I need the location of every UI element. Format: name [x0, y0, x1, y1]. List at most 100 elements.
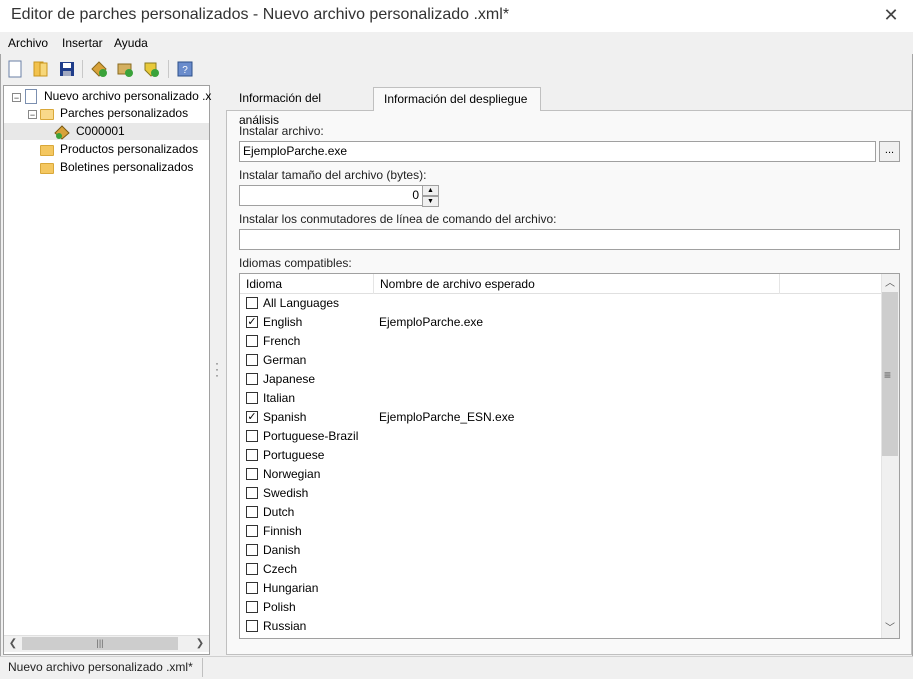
language-row[interactable]: Finnish — [240, 522, 880, 541]
menu-archivo[interactable]: Archivo — [6, 36, 50, 50]
language-name: Dutch — [263, 505, 295, 519]
tree-root[interactable]: Nuevo archivo personalizado .x — [44, 88, 211, 105]
install-file-input[interactable]: EjemploParche.exe — [239, 141, 876, 162]
language-row[interactable]: Norwegian — [240, 465, 880, 484]
status-text: Nuevo archivo personalizado .xml* — [8, 660, 193, 674]
folder-icon — [40, 163, 54, 174]
language-checkbox[interactable] — [246, 601, 258, 613]
language-checkbox[interactable] — [246, 373, 258, 385]
column-language[interactable]: Idioma — [240, 274, 374, 294]
browse-button[interactable]: ... — [879, 141, 900, 162]
spin-down-icon[interactable]: ▼ — [422, 196, 439, 207]
language-filename[interactable]: EjemploParche_ESN.exe — [379, 409, 514, 426]
language-checkbox[interactable] — [246, 582, 258, 594]
add-patch-icon[interactable] — [90, 60, 108, 78]
language-row[interactable]: French — [240, 332, 880, 351]
scroll-up-icon[interactable]: ︿ — [882, 276, 898, 292]
open-icon[interactable] — [32, 60, 50, 78]
help-icon[interactable]: ? — [176, 60, 194, 78]
splitter-grip[interactable]: · · · — [215, 357, 219, 381]
language-checkbox[interactable] — [246, 392, 258, 404]
language-name: German — [263, 353, 307, 367]
column-filename[interactable]: Nombre de archivo esperado — [374, 274, 780, 294]
size-label: Instalar tamaño del archivo (bytes): — [239, 168, 427, 182]
add-product-icon[interactable] — [116, 60, 134, 78]
scroll-down-icon[interactable]: ﹀ — [882, 621, 898, 637]
language-checkbox[interactable] — [246, 563, 258, 575]
save-icon[interactable] — [58, 60, 76, 78]
scroll-left-icon[interactable]: ❮ — [5, 636, 21, 652]
language-row[interactable]: German — [240, 351, 880, 370]
size-input[interactable]: 0 — [239, 185, 423, 206]
scroll-right-icon[interactable]: ❯ — [192, 636, 208, 652]
language-checkbox[interactable] — [246, 487, 258, 499]
open-folder-icon — [40, 109, 54, 120]
language-row[interactable]: Hungarian — [240, 579, 880, 598]
close-button[interactable]: ✕ — [878, 4, 904, 26]
tab-deploy[interactable]: Información del despliegue — [373, 87, 541, 111]
language-checkbox[interactable]: ✓ — [246, 411, 258, 423]
languages-header: Idioma Nombre de archivo esperado — [240, 274, 881, 294]
switches-label: Instalar los conmutadores de línea de co… — [239, 212, 557, 226]
language-row[interactable]: Danish — [240, 541, 880, 560]
language-name: All Languages — [263, 296, 340, 310]
menu-ayuda[interactable]: Ayuda — [112, 36, 150, 50]
language-name: Polish — [263, 600, 296, 614]
window-title: Editor de parches personalizados - Nuevo… — [11, 6, 510, 23]
language-name: Finnish — [263, 524, 302, 538]
language-row[interactable]: Japanese — [240, 370, 880, 389]
language-row[interactable]: Dutch — [240, 503, 880, 522]
xml-file-icon — [25, 89, 37, 104]
language-checkbox[interactable] — [246, 468, 258, 480]
language-name: Spanish — [263, 410, 307, 424]
add-bulletin-icon[interactable] — [142, 60, 160, 78]
language-checkbox[interactable] — [246, 506, 258, 518]
language-row[interactable]: Swedish — [240, 484, 880, 503]
language-row[interactable]: ✓ English EjemploParche.exe — [240, 313, 880, 332]
language-name: Russian — [263, 619, 307, 633]
language-checkbox[interactable] — [246, 449, 258, 461]
language-checkbox[interactable] — [246, 335, 258, 347]
language-name: Danish — [263, 543, 301, 557]
language-row[interactable]: All Languages — [240, 294, 880, 313]
install-file-label: Instalar archivo: — [239, 124, 324, 138]
toolbar-separator — [168, 60, 169, 78]
tree-products[interactable]: Productos personalizados — [60, 141, 198, 158]
language-checkbox[interactable] — [246, 525, 258, 537]
tree-patch-item[interactable]: C000001 — [76, 123, 125, 140]
language-row[interactable]: Czech — [240, 560, 880, 579]
language-row[interactable]: Russian — [240, 617, 880, 636]
language-checkbox[interactable] — [246, 297, 258, 309]
language-name: French — [263, 334, 301, 348]
spin-up-icon[interactable]: ▲ — [422, 185, 439, 196]
language-row[interactable]: ✓ Spanish EjemploParche_ESN.exe — [240, 408, 880, 427]
collapse-patches-icon[interactable]: − — [28, 110, 37, 120]
language-name: Norwegian — [263, 467, 321, 481]
tab-analysis[interactable]: Información del análisis — [229, 87, 373, 127]
language-checkbox[interactable] — [246, 354, 258, 366]
language-checkbox[interactable] — [246, 430, 258, 442]
language-row[interactable]: Italian — [240, 389, 880, 408]
menu-insertar[interactable]: Insertar — [60, 36, 105, 50]
language-checkbox[interactable]: ✓ — [246, 316, 258, 328]
language-name: Italian — [263, 391, 296, 405]
language-row[interactable]: Polish — [240, 598, 880, 617]
language-name: Swedish — [263, 486, 309, 500]
tree-bulletins[interactable]: Boletines personalizados — [60, 159, 193, 176]
status-separator — [202, 658, 203, 677]
language-name: Hungarian — [263, 581, 319, 595]
language-checkbox[interactable] — [246, 620, 258, 632]
language-row[interactable]: Portuguese-Brazil — [240, 427, 880, 446]
collapse-root-icon[interactable]: − — [12, 93, 21, 103]
new-icon[interactable] — [6, 60, 24, 78]
folder-icon — [40, 145, 54, 156]
tree-patches[interactable]: Parches personalizados — [60, 105, 188, 122]
tree-hscroll-thumb[interactable]: ||| — [22, 637, 178, 650]
language-filename[interactable]: EjemploParche.exe — [379, 314, 483, 331]
language-checkbox[interactable] — [246, 544, 258, 556]
svg-text:?: ? — [182, 65, 188, 76]
language-name: Portuguese-Brazil — [263, 429, 359, 443]
language-row[interactable]: Portuguese — [240, 446, 880, 465]
switches-input[interactable] — [239, 229, 900, 250]
language-name: English — [263, 315, 303, 329]
